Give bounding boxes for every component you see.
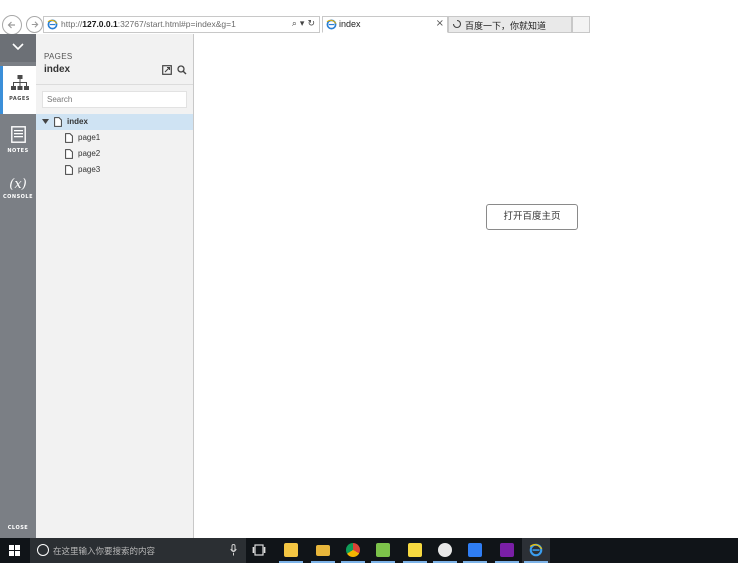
prototype-canvas: 打开百度主页 (195, 34, 738, 538)
folder-icon (316, 545, 330, 556)
tab-label: 百度一下，你就知道 (465, 21, 547, 31)
tab-index[interactable]: index × (322, 16, 448, 33)
tree-item-page1[interactable]: page1 (36, 130, 193, 146)
chevron-down-icon (12, 43, 24, 51)
taskbar-search-box[interactable]: 在这里输入你要搜索的内容 (30, 538, 246, 563)
rail-notes-button[interactable]: NOTES (0, 126, 36, 166)
tree-item-index[interactable]: index (36, 114, 193, 130)
browser-chrome: http://127.0.0.1:32767/start.html#p=inde… (0, 0, 738, 35)
address-tools: ⌕ ▾ ↻ (289, 19, 315, 29)
tab-baidu[interactable]: 百度一下，你就知道 (448, 16, 572, 33)
arrow-right-icon (31, 21, 39, 28)
taskbar: 在这里输入你要搜索的内容 (0, 538, 738, 563)
sidebar-rail: PAGES NOTES (x) CONSOLE CLOSE (0, 34, 36, 538)
current-page-title: index (44, 64, 71, 75)
notes-icon (10, 126, 26, 143)
open-external-icon[interactable] (162, 65, 172, 75)
variable-icon: (x) (9, 177, 27, 192)
taskbar-app-internet-explorer[interactable] (522, 538, 550, 563)
panel-heading: PAGES (44, 52, 73, 61)
microphone-icon[interactable] (230, 544, 237, 556)
windows-logo-icon (9, 545, 20, 556)
caret-down-icon[interactable] (42, 119, 49, 124)
close-tab-icon[interactable]: × (436, 18, 444, 29)
rail-console-button[interactable]: (x) CONSOLE (0, 174, 36, 214)
sticky-notes-icon (408, 543, 422, 557)
task-view-icon[interactable] (252, 544, 266, 556)
page-search-input[interactable] (42, 91, 187, 108)
page-icon (65, 165, 73, 175)
ie-favicon-icon (326, 19, 337, 30)
tree-item-page3[interactable]: page3 (36, 162, 193, 178)
refresh-icon[interactable]: ↻ (307, 19, 315, 29)
forward-button[interactable] (26, 16, 43, 33)
page-icon (65, 149, 73, 159)
tree-item-label: index (67, 117, 88, 126)
panel-divider (36, 84, 193, 85)
tree-item-label: page1 (78, 133, 101, 142)
address-url: http://127.0.0.1:32767/start.html#p=inde… (61, 19, 236, 29)
taskbar-app-axure-rp[interactable] (493, 538, 521, 563)
tree-item-label: page2 (78, 149, 101, 158)
taskbar-app-notepad[interactable] (369, 538, 397, 563)
rail-notes-label: NOTES (7, 148, 29, 154)
pages-panel: PAGES index index page1 page2 page3 (36, 34, 194, 538)
axure-rp-icon (500, 543, 514, 557)
back-button[interactable] (2, 15, 22, 35)
page-search-icon[interactable] (177, 65, 187, 75)
start-button[interactable] (0, 538, 30, 563)
tree-item-label: page3 (78, 165, 101, 174)
search-icon[interactable]: ⌕ (292, 19, 297, 29)
close-sidebar-button[interactable]: CLOSE (0, 525, 36, 531)
taskbar-app-chrome[interactable] (339, 538, 367, 563)
github-icon (438, 543, 452, 557)
tree-item-page2[interactable]: page2 (36, 146, 193, 162)
taskbar-search-placeholder: 在这里输入你要搜索的内容 (53, 547, 156, 557)
taskbar-app-github[interactable] (431, 538, 459, 563)
open-baidu-button[interactable]: 打开百度主页 (486, 204, 578, 230)
internet-explorer-icon (529, 543, 543, 557)
rail-pages-label: PAGES (9, 96, 30, 102)
page-icon (54, 117, 62, 127)
taskbar-app-file-viewer[interactable] (277, 538, 305, 563)
collapse-sidebar-button[interactable] (0, 34, 36, 62)
loading-icon (452, 19, 462, 29)
tab-label: index (339, 19, 361, 29)
new-tab-button[interactable] (572, 16, 590, 33)
arrow-left-icon (7, 21, 15, 29)
dropdown-icon[interactable]: ▾ (300, 19, 305, 29)
taskbar-app-sticky-notes[interactable] (401, 538, 429, 563)
rail-pages-button[interactable]: PAGES (0, 66, 36, 114)
rail-console-label: CONSOLE (2, 194, 34, 200)
page-icon (65, 133, 73, 143)
address-bar[interactable]: http://127.0.0.1:32767/start.html#p=inde… (43, 16, 320, 33)
ie-favicon-icon (47, 19, 58, 30)
notepad-icon (376, 543, 390, 557)
file-viewer-icon (284, 543, 298, 557)
chrome-icon (346, 543, 360, 557)
taskbar-app-file-explorer[interactable] (309, 538, 337, 563)
taskbar-app-feishu[interactable] (461, 538, 489, 563)
cortana-icon (37, 544, 49, 556)
feishu-icon (468, 543, 482, 557)
sitemap-icon (10, 75, 29, 90)
